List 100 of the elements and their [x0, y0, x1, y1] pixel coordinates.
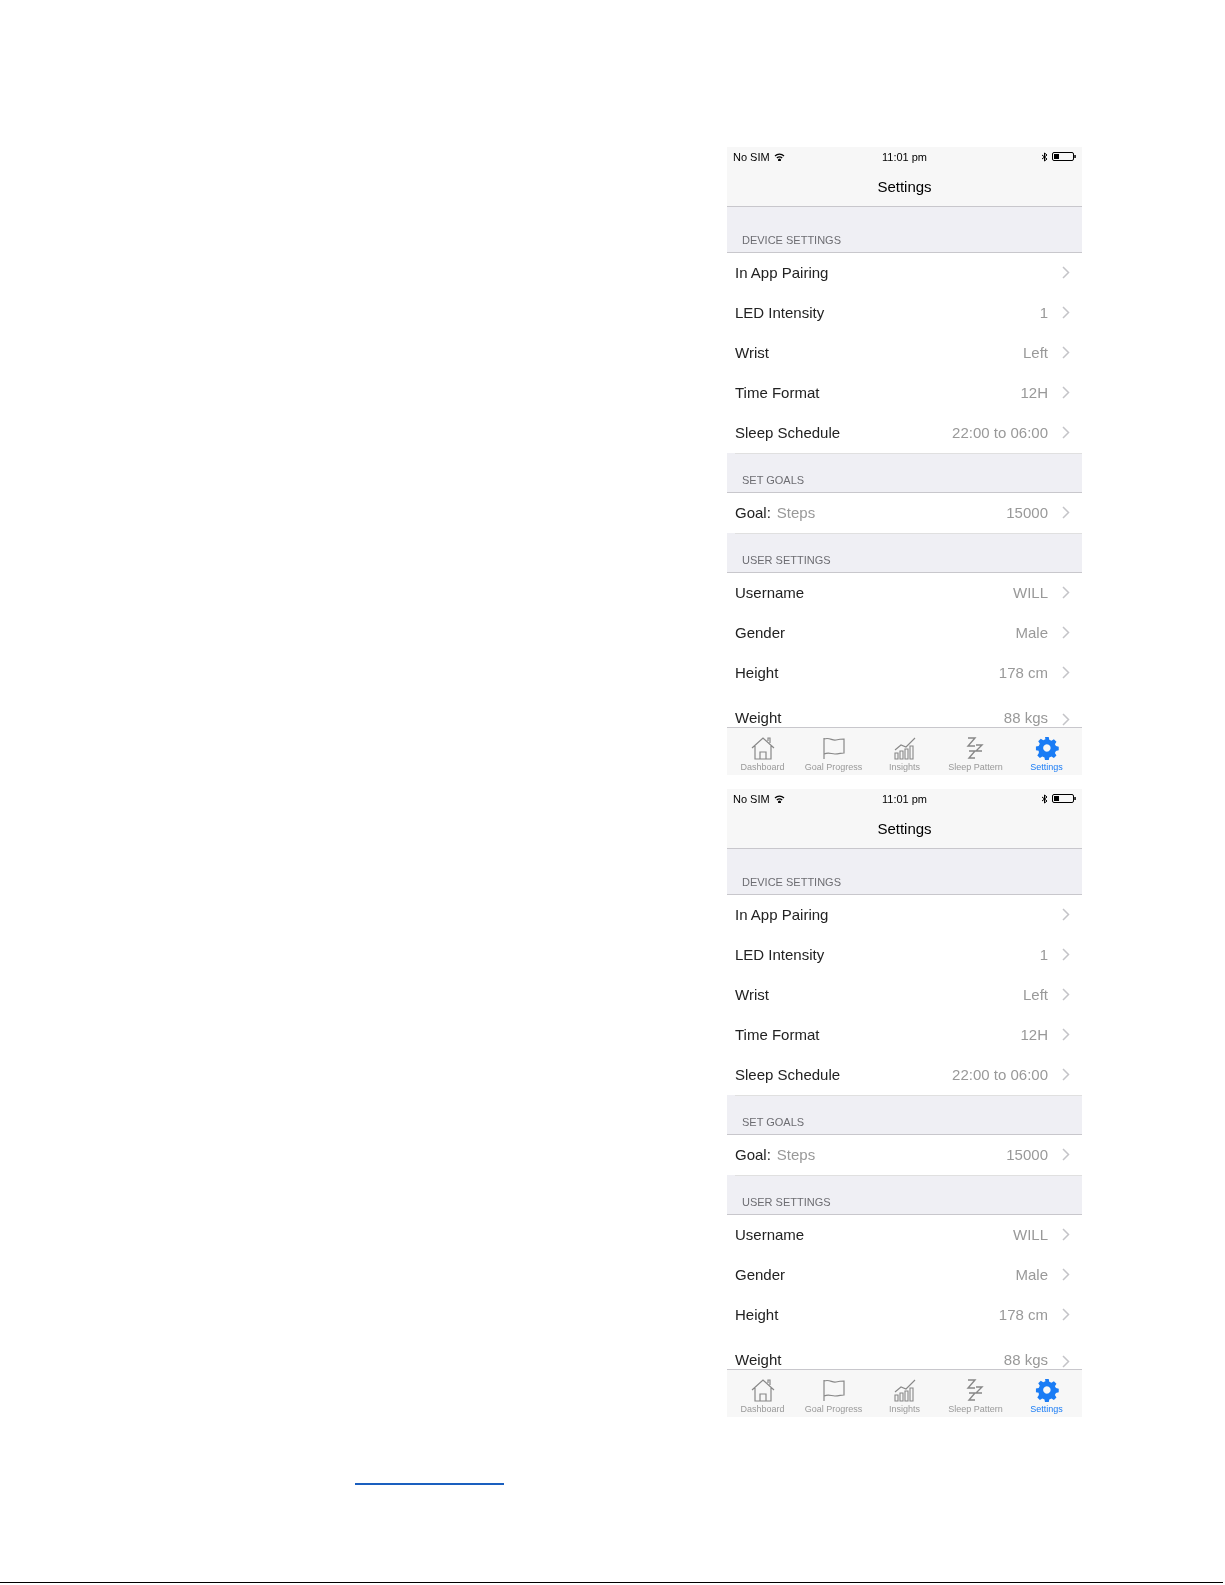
section-header: USER SETTINGS	[742, 1196, 831, 1208]
chevron-icon	[1062, 713, 1070, 726]
row-value: 15000	[1006, 1146, 1048, 1163]
row-label: Weight	[735, 709, 782, 726]
chevron-icon	[1062, 908, 1070, 921]
chevron-icon	[1062, 626, 1070, 639]
chevron-icon	[1062, 426, 1070, 439]
settings-row[interactable]: In App Pairing	[727, 253, 1082, 293]
row-value: Male	[1015, 1266, 1048, 1283]
battery-icon	[1052, 794, 1076, 803]
row-label: In App Pairing	[735, 906, 829, 923]
row-value: 15000	[1006, 504, 1048, 521]
row-value: 178 cm	[998, 1306, 1048, 1323]
clock-time: 11:01 pm	[881, 150, 928, 163]
chevron-icon	[1062, 666, 1070, 679]
row-value: 22:00 to 06:00	[952, 424, 1048, 441]
row-label: Gender	[735, 624, 786, 641]
row-value: 88 kgs	[1003, 709, 1048, 726]
chevron-icon	[1062, 988, 1070, 1001]
settings-row[interactable]: Sleep Schedule 22:00 to 06:00	[727, 1055, 1082, 1095]
row-label: Height	[735, 664, 779, 681]
section-header: SET GOALS	[742, 1116, 805, 1128]
row-label: Wrist	[735, 986, 769, 1003]
settings-icon	[1033, 1378, 1060, 1402]
settings-row[interactable]: Wrist Left	[727, 975, 1082, 1015]
settings-row[interactable]: LED Intensity 1	[727, 293, 1082, 333]
settings-row[interactable]: Gender Male	[727, 1255, 1082, 1295]
bar-chart-icon	[891, 1378, 918, 1402]
flag-icon	[820, 1378, 847, 1402]
row-label: Goal:	[735, 1146, 771, 1163]
settings-row[interactable]: Height 178 cm	[727, 653, 1082, 693]
chevron-icon	[1062, 1148, 1070, 1161]
row-value: Left	[1022, 986, 1048, 1003]
row-label: Username	[735, 584, 805, 601]
row-label: Sleep Schedule	[735, 424, 841, 441]
settings-row[interactable]: In App Pairing	[727, 895, 1082, 935]
chevron-icon	[1062, 1268, 1070, 1281]
wifi-icon	[773, 152, 785, 161]
row-label: LED Intensity	[735, 304, 825, 321]
battery-icon	[1052, 152, 1076, 161]
row-label: Gender	[735, 1266, 786, 1283]
row-label: LED Intensity	[735, 946, 825, 963]
clock-time: 11:01 pm	[881, 792, 928, 805]
row-detail: Steps	[776, 1146, 816, 1163]
settings-row[interactable]: Username WILL	[727, 573, 1082, 613]
chevron-icon	[1062, 948, 1070, 961]
settings-row[interactable]: Time Format 12H	[727, 1015, 1082, 1055]
settings-row[interactable]: Time Format 12H	[727, 373, 1082, 413]
row-detail: Steps	[776, 504, 816, 521]
settings-row[interactable]: Weight 88 kgs	[727, 693, 1082, 727]
chevron-icon	[1062, 1028, 1070, 1041]
bluetooth-icon	[1041, 793, 1048, 804]
bluetooth-icon	[1041, 151, 1048, 162]
house-icon	[749, 736, 776, 760]
row-label: Username	[735, 1226, 805, 1243]
settings-row[interactable]: Sleep Schedule 22:00 to 06:00	[727, 413, 1082, 453]
row-label: Sleep Schedule	[735, 1066, 841, 1083]
row-value: WILL	[1013, 1226, 1048, 1243]
row-label: Wrist	[735, 344, 769, 361]
settings-row[interactable]: Username WILL	[727, 1215, 1082, 1255]
settings-row[interactable]: Weight 88 kgs	[727, 1335, 1082, 1369]
chevron-icon	[1062, 506, 1070, 519]
settings-row[interactable]: Goal: Steps 15000	[727, 1135, 1082, 1175]
chevron-icon	[1062, 1228, 1070, 1241]
chevron-icon	[1062, 386, 1070, 399]
row-label: In App Pairing	[735, 264, 829, 281]
row-value: 1	[1039, 946, 1048, 963]
section-header: SET GOALS	[742, 474, 805, 486]
row-value: 22:00 to 06:00	[952, 1066, 1048, 1083]
settings-row[interactable]: Goal: Steps 15000	[727, 493, 1082, 533]
row-value: 178 cm	[998, 664, 1048, 681]
chevron-icon	[1062, 266, 1070, 279]
carrier-label: No SIM	[733, 792, 770, 805]
row-value: 88 kgs	[1003, 1351, 1048, 1368]
settings-icon	[1033, 736, 1060, 760]
row-label: Time Format	[735, 1026, 820, 1043]
section-header: USER SETTINGS	[742, 554, 831, 566]
screen-title: Settings	[877, 819, 932, 837]
tab-item[interactable]: Settings	[1011, 728, 1082, 775]
row-value: Male	[1015, 624, 1048, 641]
screen-title: Settings	[877, 177, 932, 195]
chevron-icon	[1062, 586, 1070, 599]
settings-row[interactable]: Height 178 cm	[727, 1295, 1082, 1335]
chevron-icon	[1062, 1068, 1070, 1081]
wifi-icon	[773, 794, 785, 803]
row-label: Weight	[735, 1351, 782, 1368]
carrier-label: No SIM	[733, 150, 770, 163]
row-value: 12H	[1020, 384, 1048, 401]
bar-chart-icon	[891, 736, 918, 760]
row-label: Goal:	[735, 504, 771, 521]
house-icon	[749, 1378, 776, 1402]
section-header: DEVICE SETTINGS	[742, 234, 842, 246]
row-label: Height	[735, 1306, 779, 1323]
section-header: DEVICE SETTINGS	[742, 876, 842, 888]
chevron-icon	[1062, 306, 1070, 319]
settings-row[interactable]: Wrist Left	[727, 333, 1082, 373]
row-value: WILL	[1013, 584, 1048, 601]
settings-row[interactable]: LED Intensity 1	[727, 935, 1082, 975]
settings-row[interactable]: Gender Male	[727, 613, 1082, 653]
tab-item[interactable]: Settings	[1011, 1370, 1082, 1417]
